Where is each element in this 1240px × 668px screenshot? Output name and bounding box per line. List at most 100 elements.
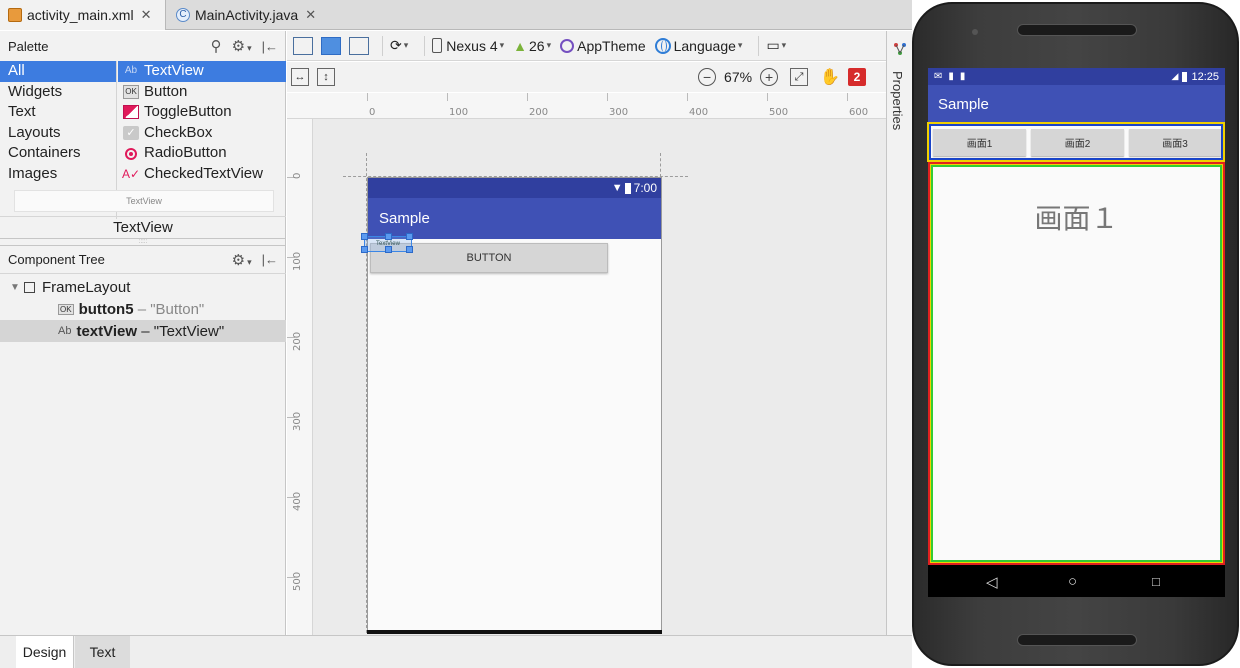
device-label: Nexus 4 bbox=[446, 37, 498, 54]
button-bar: 画面1 画面2 画面3 bbox=[929, 124, 1223, 160]
tree-node-text: – "Button" bbox=[137, 300, 205, 318]
button-icon: OK bbox=[123, 84, 139, 99]
device-selector[interactable]: Nexus 4 ▾ bbox=[432, 38, 504, 54]
sd-card-icon: ▮ bbox=[959, 71, 966, 82]
widget-checkbox[interactable]: ✓ CheckBox bbox=[118, 123, 286, 144]
hide-panel-icon[interactable]: |← bbox=[262, 252, 278, 267]
tree-node-label: FrameLayout bbox=[42, 278, 131, 296]
widget-checkedtextview[interactable]: A✓ CheckedTextView bbox=[118, 164, 286, 185]
expand-vertical-icon[interactable]: ↕ bbox=[317, 68, 335, 86]
resize-handle[interactable] bbox=[406, 233, 413, 240]
tab-activity-main-xml[interactable]: activity_main.xml ✕ bbox=[0, 0, 166, 30]
ruler-mark: 200 bbox=[292, 331, 303, 351]
ruler-mark: 0 bbox=[369, 107, 376, 118]
zoom-out-icon[interactable]: − bbox=[698, 68, 717, 86]
error-count-badge[interactable]: 2 bbox=[848, 68, 866, 86]
resize-handle[interactable] bbox=[385, 246, 392, 253]
widget-label: CheckBox bbox=[144, 123, 213, 141]
preview-status-bar: ▼ 7:00 bbox=[368, 178, 661, 198]
properties-panel-strip[interactable]: Properties bbox=[886, 31, 912, 635]
textview-icon: Ab bbox=[124, 65, 138, 76]
widget-button[interactable]: OK Button bbox=[118, 82, 286, 103]
preview-bottom-edge bbox=[367, 630, 662, 634]
expand-horizontal-icon[interactable]: ↔ bbox=[291, 68, 309, 86]
camera-icon bbox=[972, 29, 978, 35]
category-widgets[interactable]: Widgets bbox=[0, 82, 116, 103]
category-layouts[interactable]: Layouts bbox=[0, 123, 116, 144]
tree-node-framelayout[interactable]: ▼ FrameLayout bbox=[0, 276, 286, 298]
theme-label: AppTheme bbox=[577, 37, 646, 54]
language-selector[interactable]: Language ▾ bbox=[654, 37, 742, 54]
expand-triangle-icon[interactable]: ▼ bbox=[10, 282, 24, 293]
screen1-button[interactable]: 画面1 bbox=[933, 129, 1026, 156]
checkbox-icon: ✓ bbox=[123, 126, 139, 141]
emulator-screen[interactable]: ✉ ▮ ▮ ◢ 12:25 Sample 画面1 画面2 画面3 画面１ ◁ ○… bbox=[927, 68, 1225, 597]
resize-handle[interactable] bbox=[406, 246, 413, 253]
split-view-icon[interactable] bbox=[347, 36, 371, 55]
widget-label: ToggleButton bbox=[144, 103, 232, 121]
blueprint-view-icon[interactable] bbox=[319, 36, 343, 55]
screen2-button[interactable]: 画面2 bbox=[1031, 129, 1124, 156]
tree-node-text: – "TextView" bbox=[141, 322, 225, 340]
design-canvas[interactable]: 0 100 200 300 400 500 600 0 100 200 300 … bbox=[287, 93, 886, 635]
resize-handle[interactable] bbox=[361, 233, 368, 240]
ruler-mark: 500 bbox=[292, 571, 303, 591]
ruler-mark: 400 bbox=[292, 491, 303, 511]
preview-textview-selected[interactable]: TextView bbox=[361, 233, 413, 253]
ruler-mark: 100 bbox=[292, 251, 303, 271]
toolbar-divider bbox=[424, 35, 426, 56]
pan-hand-icon[interactable]: ✋ bbox=[820, 67, 840, 87]
api-label: 26 bbox=[529, 37, 545, 54]
palette-title: Palette bbox=[8, 38, 49, 54]
category-containers[interactable]: Containers bbox=[0, 143, 116, 164]
widget-label: RadioButton bbox=[144, 144, 227, 162]
screen3-button[interactable]: 画面3 bbox=[1129, 129, 1221, 156]
tab-label: MainActivity.java bbox=[195, 7, 299, 23]
design-view-icon[interactable] bbox=[291, 36, 315, 55]
widget-label: Button bbox=[144, 82, 188, 100]
tab-text[interactable]: Text bbox=[75, 636, 130, 668]
emulator-content: 画面1 画面2 画面3 画面１ bbox=[927, 122, 1225, 565]
preview-device-screen[interactable]: ▼ 7:00 Sample BUTTON TextView bbox=[361, 177, 662, 632]
close-icon[interactable]: ✕ bbox=[305, 7, 316, 23]
recents-icon[interactable]: □ bbox=[1152, 574, 1160, 589]
orientation-icon[interactable]: ⟳ ▾ bbox=[390, 37, 408, 54]
checkedtextview-icon: A✓ bbox=[121, 166, 141, 181]
battery-icon bbox=[1182, 71, 1188, 82]
theme-icon bbox=[560, 38, 575, 53]
tab-mainactivity-java[interactable]: C MainActivity.java ✕ bbox=[168, 0, 326, 30]
phone-icon bbox=[432, 38, 443, 53]
tab-label: activity_main.xml bbox=[27, 7, 134, 23]
widget-textview[interactable]: Ab TextView bbox=[118, 61, 286, 82]
widget-togglebutton[interactable]: ToggleButton bbox=[118, 102, 286, 123]
emulator-panel: ✉ ▮ ▮ ◢ 12:25 Sample 画面1 画面2 画面3 画面１ ◁ ○… bbox=[912, 0, 1240, 668]
layout-editor-toolbar: ⟳ ▾ Nexus 4 ▾ ▲ 26 ▾ AppTheme Language ▾ ▭ ▾ bbox=[287, 31, 886, 61]
back-icon[interactable]: ◁ bbox=[986, 573, 998, 591]
hide-panel-icon[interactable]: |← bbox=[262, 39, 278, 54]
api-level-selector[interactable]: ▲ 26 ▾ bbox=[513, 38, 551, 54]
zoom-in-icon[interactable]: + bbox=[760, 68, 779, 86]
tree-node-button5[interactable]: OK button5 – "Button" bbox=[0, 298, 286, 320]
category-images[interactable]: Images bbox=[0, 164, 116, 185]
properties-label[interactable]: Properties bbox=[890, 71, 905, 130]
category-text[interactable]: Text bbox=[0, 102, 116, 123]
widget-label: CheckedTextView bbox=[144, 164, 263, 182]
tree-node-textview[interactable]: Ab textView – "TextView" bbox=[0, 320, 286, 342]
zoom-to-fit-icon[interactable]: ⤢ bbox=[790, 68, 809, 86]
resize-handle[interactable] bbox=[385, 233, 392, 240]
ruler-mark: 300 bbox=[609, 107, 629, 118]
home-icon[interactable]: ○ bbox=[1068, 573, 1077, 590]
signal-icon: ◢ bbox=[1171, 71, 1179, 81]
layout-variants-icon[interactable]: ▭ ▾ bbox=[766, 37, 786, 54]
search-icon[interactable]: ⚲ bbox=[211, 37, 222, 55]
tab-design[interactable]: Design bbox=[16, 636, 74, 668]
panel-splitter[interactable]: ::::: bbox=[0, 238, 286, 246]
theme-selector[interactable]: AppTheme bbox=[560, 37, 646, 54]
close-icon[interactable]: ✕ bbox=[141, 7, 152, 23]
xml-file-icon bbox=[8, 8, 22, 22]
category-all[interactable]: All bbox=[0, 61, 116, 82]
gear-icon[interactable]: ⚙ ▾ bbox=[232, 37, 252, 55]
gear-icon[interactable]: ⚙ ▾ bbox=[232, 251, 252, 269]
widget-radiobutton[interactable]: RadioButton bbox=[118, 143, 286, 164]
resize-handle[interactable] bbox=[361, 246, 368, 253]
